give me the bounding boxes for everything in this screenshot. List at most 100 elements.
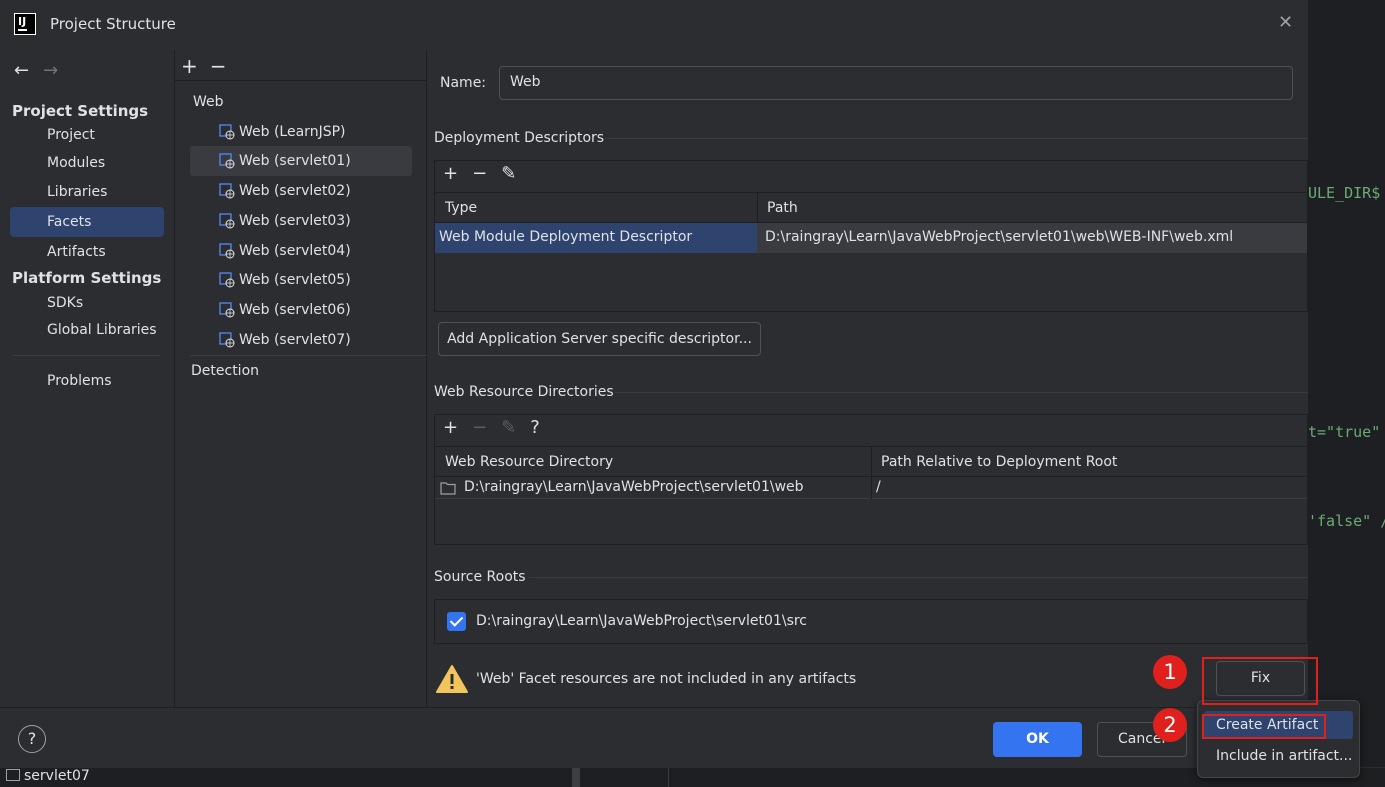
descriptor-path: D:\raingray\Learn\JavaWebProject\servlet… (765, 229, 1234, 245)
facet-list-panel: + − Web Web (LearnJSP) Web (servlet01) We… (175, 50, 427, 707)
project-structure-dialog: IJ Project Structure ✕ ← → Project Settin… (0, 0, 1309, 768)
editor-background: ULE_DIR$ t="true" 'false" / (1308, 0, 1385, 787)
code-fragment: 'false" / (1308, 512, 1385, 530)
help-icon[interactable]: ? (18, 725, 46, 753)
module-icon (6, 769, 20, 781)
annotation-box (1202, 714, 1326, 739)
divider (12, 355, 160, 356)
divider (190, 355, 427, 356)
code-fragment: ULE_DIR$ (1308, 184, 1381, 202)
add-icon[interactable]: + (181, 54, 198, 78)
nav-item-facets[interactable]: Facets (47, 214, 91, 230)
name-label: Name: (440, 75, 487, 91)
source-root-path: D:\raingray\Learn\JavaWebProject\servlet… (476, 613, 808, 629)
source-root-checkbox[interactable] (447, 612, 466, 631)
divider (175, 80, 427, 81)
web-facet-icon (219, 332, 235, 348)
facet-label: Web (servlet07) (239, 332, 351, 348)
source-roots-panel: D:\raingray\Learn\JavaWebProject\servlet… (434, 599, 1308, 644)
remove-icon[interactable]: − (472, 163, 487, 184)
nav-item-sdks[interactable]: SDKs (47, 295, 83, 311)
divider (615, 392, 1308, 393)
name-input[interactable]: Web (499, 66, 1293, 100)
column-header-path[interactable]: Path (767, 200, 798, 216)
web-facet-icon (219, 183, 235, 199)
back-icon[interactable]: ← (14, 60, 29, 81)
web-facet-icon (219, 272, 235, 288)
nav-item-artifacts[interactable]: Artifacts (47, 244, 106, 260)
nav-item-libraries[interactable]: Libraries (47, 184, 107, 200)
detection-item[interactable]: Detection (191, 363, 259, 379)
menu-item-include-in-artifact[interactable]: Include in artifact... (1204, 742, 1353, 770)
web-resource-directories-title: Web Resource Directories (434, 384, 614, 400)
intellij-logo: IJ (14, 13, 36, 35)
deployment-descriptors-panel: + − ✎ Type Path Web Module Deployment Desc… (434, 160, 1309, 312)
add-server-descriptor-button[interactable]: Add Application Server specific descript… (438, 322, 761, 356)
ok-button[interactable]: OK (993, 722, 1082, 757)
nav-item-problems[interactable]: Problems (47, 373, 112, 389)
nav-arrows: ← → (14, 60, 72, 81)
web-facet-icon (219, 302, 235, 318)
facet-detail-panel: Name: Web Deployment Descriptors + − ✎ Typ… (427, 50, 1309, 707)
divider (529, 577, 1308, 578)
annotation-box (1202, 657, 1318, 705)
fix-popup-menu: Create Artifact Include in artifact... (1197, 700, 1360, 778)
facet-group-web[interactable]: Web (193, 94, 224, 110)
warning-icon (436, 665, 468, 693)
forward-icon[interactable]: → (43, 60, 58, 81)
annotation-number: 2 (1153, 708, 1187, 742)
add-icon[interactable]: + (443, 417, 458, 438)
deployment-descriptors-title: Deployment Descriptors (434, 130, 605, 146)
descriptor-toolbar: + − ✎ (443, 163, 530, 184)
column-divider[interactable] (757, 193, 758, 224)
facet-label: Web (LearnJSP) (239, 124, 346, 140)
platform-settings-header: Platform Settings (12, 269, 162, 287)
screen: ULE_DIR$ t="true" 'false" / servlet07 IJ… (0, 0, 1385, 787)
nav-item-global-libraries[interactable]: Global Libraries (47, 322, 157, 338)
project-tool-strip: servlet07 (0, 767, 1385, 787)
facet-label: Web (servlet03) (239, 213, 351, 229)
close-icon[interactable]: ✕ (1278, 12, 1293, 33)
divider (668, 768, 669, 787)
settings-nav: ← → Project Settings Project Modules Libr… (0, 50, 175, 707)
column-header-directory[interactable]: Web Resource Directory (445, 454, 613, 470)
add-icon[interactable]: + (443, 163, 458, 184)
web-facet-icon (219, 153, 235, 169)
help-icon[interactable]: ? (530, 417, 540, 438)
project-label: servlet07 (24, 768, 90, 784)
edit-icon[interactable]: ✎ (501, 163, 516, 184)
title-bar: IJ Project Structure ✕ (0, 0, 1308, 50)
annotation-number: 1 (1153, 655, 1187, 689)
folder-icon (440, 482, 456, 495)
table-row[interactable]: Web Module Deployment Descriptor D:\rain… (435, 223, 1307, 253)
remove-icon[interactable]: − (472, 417, 487, 438)
source-roots-title: Source Roots (434, 569, 526, 585)
facet-toolbar: + − (181, 54, 239, 78)
edit-icon[interactable]: ✎ (501, 417, 516, 438)
dialog-title: Project Structure (50, 15, 176, 33)
facet-label: Web (servlet04) (239, 243, 351, 259)
column-header-relative-path[interactable]: Path Relative to Deployment Root (881, 454, 1117, 470)
scrollbar[interactable] (572, 768, 580, 787)
warning-message: 'Web' Facet resources are not included i… (476, 671, 857, 687)
facet-label: Web (servlet02) (239, 183, 351, 199)
descriptor-type: Web Module Deployment Descriptor (439, 229, 693, 245)
facet-label: Web (servlet01) (239, 153, 351, 169)
nav-item-modules[interactable]: Modules (47, 155, 105, 171)
column-header-type[interactable]: Type (445, 200, 477, 216)
project-settings-header: Project Settings (12, 102, 149, 120)
nav-item-project[interactable]: Project (47, 127, 95, 143)
column-divider (871, 477, 872, 499)
dialog-footer: ? OK Cancel (0, 707, 1308, 768)
table-row[interactable]: D:\raingray\Learn\JavaWebProject\servlet… (435, 477, 1307, 499)
table-header: Type Path (435, 192, 1309, 224)
resource-directory: D:\raingray\Learn\JavaWebProject\servlet… (464, 479, 804, 495)
remove-icon[interactable]: − (210, 54, 227, 78)
project-tree-item[interactable]: servlet07 (6, 768, 90, 784)
relative-path: / (876, 479, 881, 495)
table-header: Web Resource Directory Path Relative to … (435, 446, 1309, 478)
resource-toolbar: + − ✎? (443, 417, 554, 438)
divider (605, 138, 1308, 139)
column-divider[interactable] (871, 447, 872, 478)
web-facet-icon (219, 124, 235, 140)
